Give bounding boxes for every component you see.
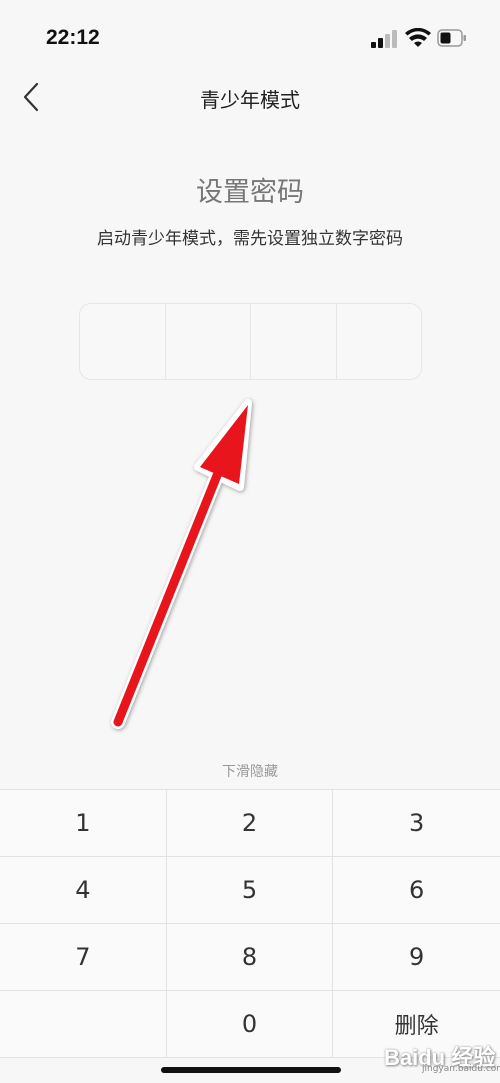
watermark-url: jingyan.baidu.com: [422, 1064, 500, 1074]
page-title: 青少年模式: [200, 88, 300, 112]
key-4[interactable]: 4: [0, 857, 167, 924]
wifi-icon: [405, 28, 431, 47]
key-5[interactable]: 5: [166, 857, 334, 924]
pin-digit-box[interactable]: [251, 304, 337, 379]
home-indicator[interactable]: [161, 1067, 341, 1073]
red-arrow-annotation: [111, 399, 252, 729]
key-3[interactable]: 3: [333, 790, 500, 857]
pin-digit-box[interactable]: [337, 304, 422, 379]
instruction-text: 启动青少年模式，需先设置独立数字密码: [97, 229, 403, 249]
battery-icon: [437, 29, 466, 47]
pin-digit-box[interactable]: [166, 304, 251, 379]
pin-input[interactable]: [79, 303, 422, 380]
baidu-jingyan-watermark: Baidu 经验 jingyan.baidu.com: [384, 1040, 500, 1080]
key-6[interactable]: 6: [333, 857, 500, 924]
section-heading: 设置密码: [196, 177, 304, 208]
key-1[interactable]: 1: [0, 790, 167, 857]
key-empty: [0, 991, 167, 1058]
swipe-to-hide-hint[interactable]: 下滑隐藏: [0, 761, 500, 781]
key-2[interactable]: 2: [166, 790, 334, 857]
pin-digit-box[interactable]: [80, 304, 166, 379]
nav-bar: 青少年模式: [0, 70, 500, 130]
status-time: 22:12: [46, 26, 100, 49]
numeric-keypad: 1 2 3 4 5 6 7 8 9 0 删除: [0, 789, 500, 1058]
status-bar: 22:12: [0, 0, 500, 70]
key-0[interactable]: 0: [166, 991, 334, 1058]
key-8[interactable]: 8: [166, 924, 334, 991]
signal-icon: [371, 30, 397, 48]
key-9[interactable]: 9: [333, 924, 500, 991]
key-7[interactable]: 7: [0, 924, 167, 991]
